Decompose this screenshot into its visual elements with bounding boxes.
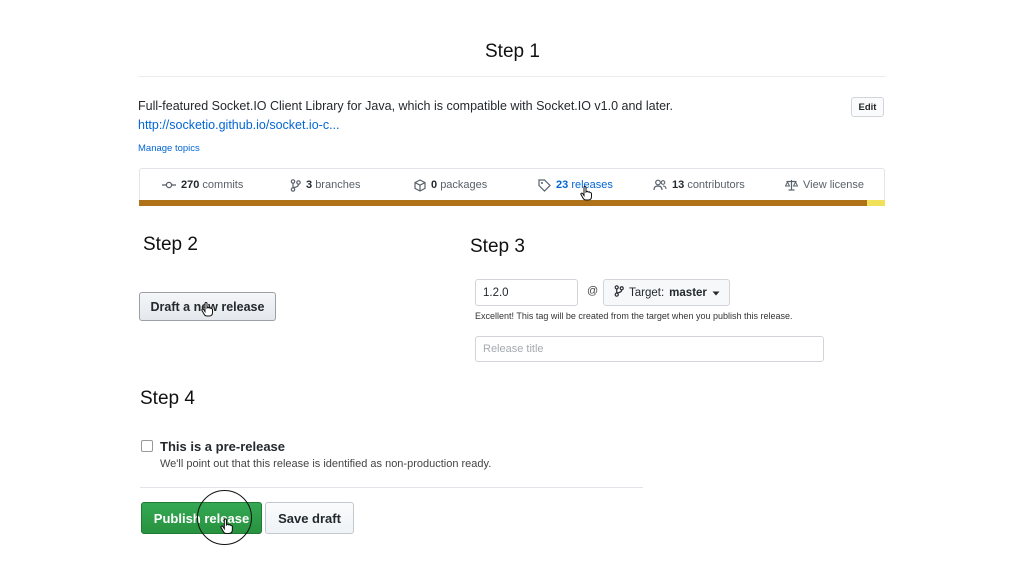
- people-icon: [653, 179, 667, 191]
- packages-count: 0: [431, 179, 438, 191]
- step-1-heading: Step 1: [485, 41, 540, 62]
- contributors-link[interactable]: 13 contributors: [653, 169, 745, 201]
- branches-label: branches: [315, 179, 361, 191]
- manage-topics-link[interactable]: Manage topics: [138, 143, 200, 154]
- repo-website-link[interactable]: http://socketio.github.io/socket.io-c...: [138, 118, 340, 132]
- tag-help-text: Excellent! This tag will be created from…: [475, 311, 793, 321]
- top-divider: [138, 76, 886, 77]
- license-label: View license: [803, 179, 864, 191]
- step-4-heading: Step 4: [140, 388, 195, 409]
- tag-icon: [538, 178, 551, 192]
- language-bar: [139, 200, 885, 206]
- tag-version-input[interactable]: 1.2.0: [475, 279, 578, 306]
- caret-down-icon: [712, 287, 720, 299]
- target-prefix: Target:: [629, 286, 665, 299]
- packages-link[interactable]: 0 packages: [414, 169, 487, 201]
- releases-count: 23: [556, 179, 569, 191]
- bottom-divider: [140, 487, 643, 488]
- releases-label: releases: [571, 179, 613, 191]
- license-link[interactable]: View license: [785, 169, 864, 201]
- save-draft-button[interactable]: Save draft: [265, 502, 354, 534]
- language-segment-other: [867, 200, 885, 206]
- releases-link[interactable]: 23 releases: [538, 169, 613, 201]
- law-scale-icon: [785, 179, 798, 191]
- prerelease-note: We'll point out that this release is ide…: [160, 458, 492, 470]
- at-sign: @: [587, 285, 599, 297]
- draft-new-release-button[interactable]: Draft a new release: [139, 292, 276, 321]
- commits-label: commits: [202, 179, 244, 191]
- prerelease-label: This is a pre-release: [160, 439, 286, 454]
- language-segment-java: [139, 200, 867, 206]
- release-title-input[interactable]: [475, 336, 824, 362]
- commits-count: 270: [181, 179, 200, 191]
- edit-button[interactable]: Edit: [851, 97, 884, 117]
- packages-label: packages: [440, 179, 488, 191]
- step-2-heading: Step 2: [143, 234, 198, 255]
- contributors-count: 13: [672, 179, 685, 191]
- branch-icon: [290, 178, 301, 192]
- commit-icon: [162, 179, 176, 191]
- package-icon: [414, 178, 426, 192]
- prerelease-checkbox[interactable]: [141, 440, 153, 452]
- commits-link[interactable]: 270 commits: [162, 169, 243, 201]
- target-branch-name: master: [669, 286, 707, 299]
- repo-description: Full-featured Socket.IO Client Library f…: [138, 99, 673, 113]
- branch-icon: [614, 285, 624, 300]
- branches-count: 3: [306, 179, 313, 191]
- step-3-heading: Step 3: [470, 236, 525, 257]
- target-branch-dropdown[interactable]: Target: master: [603, 279, 730, 306]
- branches-link[interactable]: 3 branches: [290, 169, 360, 201]
- publish-release-button[interactable]: Publish release: [141, 502, 262, 534]
- repo-summary-bar: 270 commits 3 branches 0 packages 23 rel…: [139, 168, 885, 200]
- contributors-label: contributors: [687, 179, 745, 191]
